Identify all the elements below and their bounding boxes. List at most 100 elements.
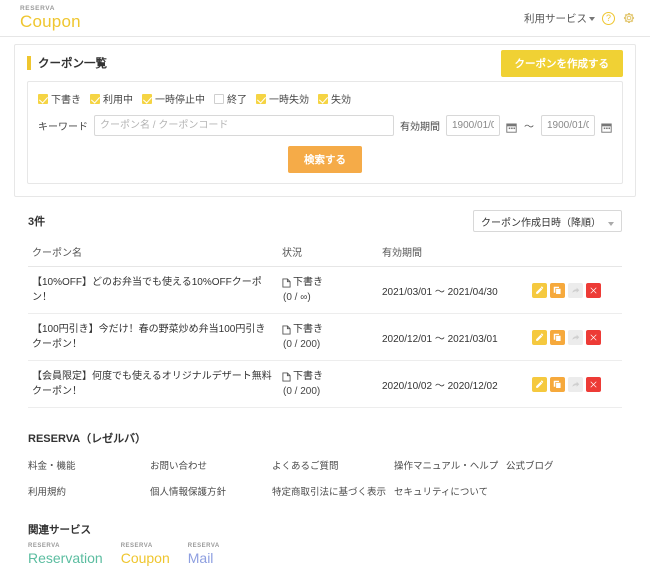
top-header-bar: RESERVA Coupon 利用サービス ?: [0, 0, 650, 37]
coupon-name: 【会員限定】何度でも使えるオリジナルデザート無料クーポン！: [32, 369, 274, 399]
service-sup-text: RESERVA: [188, 543, 220, 549]
checkbox-label: 失効: [331, 91, 351, 106]
status-checkbox-row: 下書き 利用中 一時停止中 終了: [38, 91, 612, 106]
brand-name-text: Coupon: [20, 13, 81, 30]
checkbox-icon: [214, 94, 224, 104]
service-logo-mail[interactable]: RESERVA Mail: [188, 543, 220, 566]
date-range-separator: ～: [524, 118, 534, 133]
footer-link-faq[interactable]: よくあるご質問: [272, 460, 394, 474]
page-root: RESERVA Coupon 利用サービス ? クーポン一覧 クーポンを作成: [0, 0, 650, 588]
usage-count: (0 / ∞): [282, 292, 311, 303]
service-logo-reservation[interactable]: RESERVA Reservation: [28, 543, 103, 566]
checkbox-icon: [38, 94, 48, 104]
checkbox-ended[interactable]: 終了: [214, 91, 247, 106]
calendar-icon[interactable]: [506, 120, 517, 131]
checkbox-icon: [142, 94, 152, 104]
usage-count: (0 / 200): [282, 339, 320, 350]
column-header-period: 有効期間: [378, 239, 528, 267]
column-header-actions: [528, 239, 622, 267]
chevron-down-icon: [589, 17, 595, 21]
search-button-row: 検索する: [38, 146, 612, 173]
service-logo-coupon[interactable]: RESERVA Coupon: [121, 543, 170, 566]
checkbox-label: 下書き: [51, 91, 81, 106]
status-badge: 下書き (0 / 200): [282, 369, 374, 399]
related-services-title: 関連サービス: [28, 522, 622, 537]
service-sup-text: RESERVA: [121, 543, 170, 549]
coupon-name: 【100円引き】今だけ！春の野菜炒め弁当100円引きクーポン！: [32, 322, 274, 352]
keyword-label: キーワード: [38, 118, 88, 133]
footer-link-pricing[interactable]: 料金・機能: [28, 460, 150, 474]
footer-title: RESERVA（レゼルバ）: [28, 430, 622, 446]
page-title: クーポン一覧: [38, 55, 107, 71]
help-circle-icon[interactable]: ?: [602, 12, 615, 25]
related-services-row: RESERVA Reservation RESERVA Coupon RESER…: [28, 543, 622, 566]
site-footer: RESERVA（レゼルバ） 料金・機能 お問い合わせ よくあるご質問 操作マニュ…: [28, 430, 622, 588]
copy-icon[interactable]: [550, 330, 565, 345]
status-badge: 下書き (0 / ∞): [282, 275, 374, 305]
create-coupon-button[interactable]: クーポンを作成する: [501, 50, 624, 77]
search-button[interactable]: 検索する: [288, 146, 362, 173]
footer-link-terms[interactable]: 利用規約: [28, 486, 150, 500]
column-header-status: 状況: [278, 239, 378, 267]
checkbox-icon: [256, 94, 266, 104]
coupon-name: 【10%OFF】どのお弁当でも使える10%OFFクーポン！: [32, 275, 274, 305]
search-input[interactable]: [94, 115, 394, 136]
checkbox-temporarily-invalid[interactable]: 一時失効: [256, 91, 309, 106]
table-row[interactable]: 【100円引き】今だけ！春の野菜炒め弁当100円引きクーポン！: [28, 314, 622, 361]
checkbox-label: 利用中: [103, 91, 133, 106]
service-sup-text: RESERVA: [28, 543, 103, 549]
validity-period: 2020/10/02 ～ 2020/12/02: [382, 381, 498, 392]
status-text: 下書き: [293, 275, 323, 290]
edit-icon[interactable]: [532, 330, 547, 345]
status-text: 下書き: [293, 322, 323, 337]
footer-link-contact[interactable]: お問い合わせ: [150, 460, 272, 474]
footer-link-manual[interactable]: 操作マニュアル・ヘルプ: [394, 460, 506, 474]
calendar-icon[interactable]: [601, 120, 612, 131]
status-badge: 下書き (0 / 200): [282, 322, 374, 352]
copy-icon[interactable]: [550, 377, 565, 392]
sort-select[interactable]: クーポン作成日時（降順）: [473, 210, 622, 232]
keyword-row: キーワード 有効期間 ～: [38, 115, 612, 136]
checkbox-label: 一時失効: [269, 91, 309, 106]
checkbox-active[interactable]: 利用中: [90, 91, 133, 106]
gear-icon[interactable]: [622, 11, 636, 25]
copy-icon[interactable]: [550, 283, 565, 298]
usage-count: (0 / 200): [282, 386, 320, 397]
checkbox-icon: [318, 94, 328, 104]
date-from-input[interactable]: [446, 115, 500, 136]
footer-link-security[interactable]: セキュリティについて: [394, 486, 506, 500]
edit-icon[interactable]: [532, 377, 547, 392]
result-count: 3件: [28, 213, 45, 229]
delete-icon[interactable]: [586, 377, 601, 392]
document-icon: [282, 372, 291, 382]
edit-icon[interactable]: [532, 283, 547, 298]
brand-logo[interactable]: RESERVA Coupon: [20, 6, 81, 31]
checkbox-label: 終了: [227, 91, 247, 106]
share-icon: [568, 377, 583, 392]
date-to-input[interactable]: [541, 115, 595, 136]
footer-link-commercial-law[interactable]: 特定商取引法に基づく表示: [272, 486, 394, 500]
checkbox-paused[interactable]: 一時停止中: [142, 91, 205, 106]
share-icon: [568, 330, 583, 345]
coupon-list-panel: クーポン一覧 クーポンを作成する 下書き 利用中 一時停止中: [14, 44, 636, 197]
service-menu-button[interactable]: 利用サービス: [524, 11, 595, 26]
delete-icon[interactable]: [586, 330, 601, 345]
status-text: 下書き: [293, 369, 323, 384]
validity-period: 2020/12/01 ～ 2021/03/01: [382, 334, 498, 345]
column-header-name: クーポン名: [28, 239, 278, 267]
table-body: 【10%OFF】どのお弁当でも使える10%OFFクーポン！: [28, 267, 622, 408]
row-actions: [532, 330, 618, 345]
service-menu-label: 利用サービス: [524, 11, 587, 26]
table-row[interactable]: 【10%OFF】どのお弁当でも使える10%OFFクーポン！: [28, 267, 622, 314]
document-icon: [282, 278, 291, 288]
table-row[interactable]: 【会員限定】何度でも使えるオリジナルデザート無料クーポン！: [28, 361, 622, 408]
footer-link-privacy[interactable]: 個人情報保護方針: [150, 486, 272, 500]
table-header: クーポン名 状況 有効期間: [28, 239, 622, 267]
delete-icon[interactable]: [586, 283, 601, 298]
checkbox-draft[interactable]: 下書き: [38, 91, 81, 106]
title-accent-bar: [27, 56, 31, 70]
checkbox-invalid[interactable]: 失効: [318, 91, 351, 106]
main-content: クーポン一覧 クーポンを作成する 下書き 利用中 一時停止中: [0, 44, 650, 588]
header-actions: 利用サービス ?: [524, 11, 636, 26]
footer-link-blog[interactable]: 公式ブログ: [506, 460, 622, 474]
